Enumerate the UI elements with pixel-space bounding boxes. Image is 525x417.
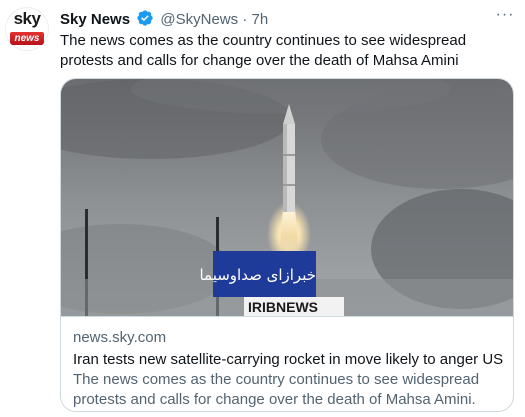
card-description: The news comes as the country continues … xyxy=(73,371,480,408)
overlay-arabic-text: خبرازای صداوسیما xyxy=(199,266,316,284)
separator: · xyxy=(242,11,248,28)
avatar-logo-text: sky xyxy=(13,9,41,28)
verified-badge-icon xyxy=(136,9,154,31)
card-domain: news.sky.com xyxy=(73,329,167,346)
card-title[interactable]: Iran tests new satellite-carrying rocket… xyxy=(73,350,503,370)
handle[interactable]: @SkyNews xyxy=(160,11,238,28)
link-card[interactable]: خبرازای صداوسیما IRIBNEWS news.sky.com I… xyxy=(60,78,514,412)
ellipsis-icon[interactable]: ··· xyxy=(494,6,516,26)
tweet-text: The news comes as the country continues … xyxy=(60,32,467,69)
tweet-header: Sky News @SkyNews · 7h xyxy=(60,9,268,31)
card-image: خبرازای صداوسیما IRIBNEWS xyxy=(61,79,513,317)
timestamp[interactable]: 7h xyxy=(251,11,268,28)
avatar-logo-badge: news xyxy=(10,32,44,45)
card-body: news.sky.com Iran tests new satellite-ca… xyxy=(73,328,503,410)
display-name[interactable]: Sky News xyxy=(60,11,130,28)
overlay-iribnews-label: IRIBNEWS xyxy=(248,299,318,315)
avatar[interactable]: sky news xyxy=(5,7,49,51)
